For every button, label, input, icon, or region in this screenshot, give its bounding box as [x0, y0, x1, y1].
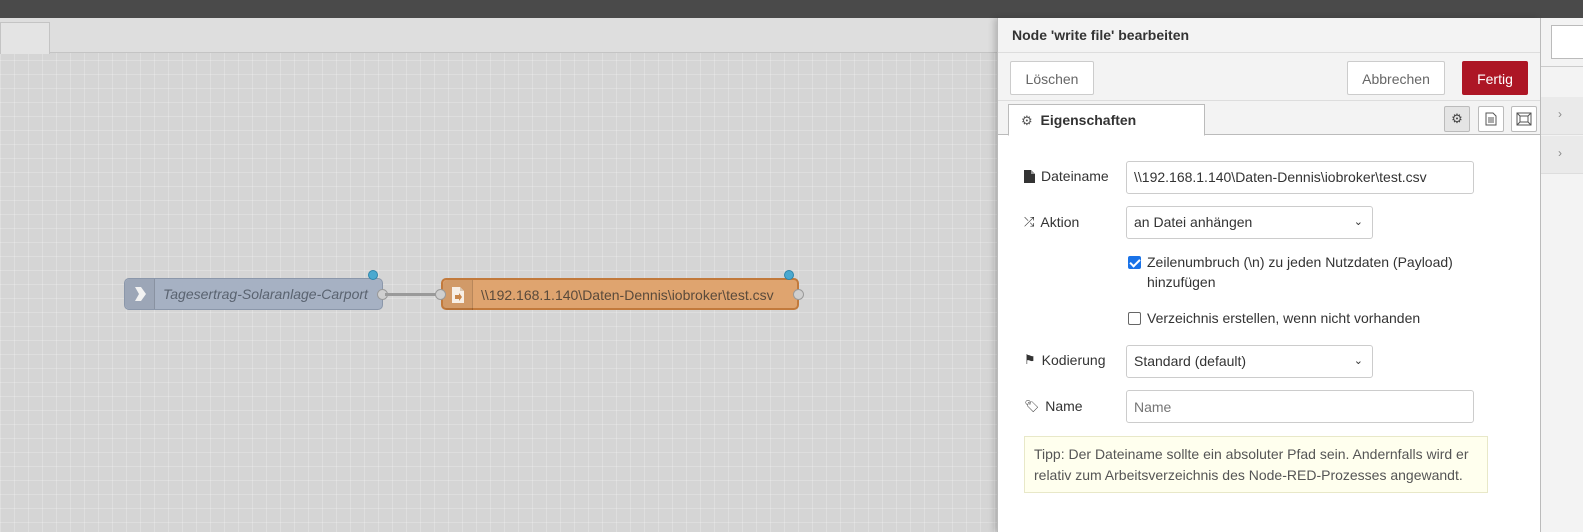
chevron-right-icon: › — [1558, 107, 1562, 121]
filename-label-text: Dateiname — [1041, 168, 1109, 184]
link-in-icon — [125, 279, 155, 309]
write-file-output-port[interactable] — [793, 289, 804, 300]
chevron-right-icon: › — [1558, 146, 1562, 160]
tab-properties[interactable]: ⚙ Eigenschaften — [1008, 104, 1205, 136]
filename-label: Dateiname — [1024, 168, 1109, 184]
header-bar — [0, 0, 1583, 18]
name-input[interactable] — [1126, 390, 1474, 423]
file-icon — [1024, 169, 1035, 183]
appearance-icon — [1516, 112, 1532, 126]
action-label: ⤮ Aktion — [1024, 214, 1079, 230]
tab-appearance[interactable] — [1511, 106, 1537, 132]
create-dir-checkbox-label: Verzeichnis erstellen, wenn nicht vorhan… — [1147, 310, 1421, 326]
right-sidebar: › › — [1540, 18, 1583, 532]
name-label-text: Name — [1045, 398, 1083, 414]
encoding-label-text: Kodierung — [1041, 352, 1106, 368]
create-dir-checkbox-row[interactable]: Verzeichnis erstellen, wenn nicht vorhan… — [1128, 308, 1420, 328]
link-in-changed-indicator — [368, 270, 378, 280]
done-button[interactable]: Fertig — [1462, 61, 1528, 95]
action-select[interactable]: an Datei anhängen ⌄ — [1126, 206, 1373, 239]
sidebar-tab-bar — [1541, 18, 1583, 67]
action-label-text: Aktion — [1040, 214, 1080, 230]
document-icon — [1485, 112, 1497, 126]
newline-checkbox-label: Zeilenumbruch (\n) zu jeden Nutzdaten (P… — [1147, 252, 1453, 292]
tag-icon: 🏷 — [1024, 399, 1040, 413]
gear-icon: ⚙ — [1021, 113, 1033, 128]
action-select-value: an Datei anhängen — [1134, 214, 1253, 230]
gear-icon: ⚙ — [1451, 111, 1463, 126]
file-icon — [443, 280, 473, 310]
encoding-label: ⚑ Kodierung — [1024, 352, 1105, 368]
workspace-tab[interactable] — [0, 22, 50, 54]
encoding-select[interactable]: Standard (default) ⌄ — [1126, 345, 1373, 378]
newline-checkbox-row[interactable]: Zeilenumbruch (\n) zu jeden Nutzdaten (P… — [1128, 252, 1453, 292]
flag-icon: ⚑ — [1024, 352, 1036, 367]
flow-wire[interactable] — [385, 293, 440, 296]
newline-label-line1: Zeilenumbruch (\n) zu jeden Nutzdaten (P… — [1147, 254, 1453, 270]
cancel-button[interactable]: Abbrechen — [1347, 61, 1445, 95]
newline-label-line2: hinzufügen — [1147, 274, 1216, 290]
write-file-node[interactable]: \\192.168.1.140\Daten-Dennis\iobroker\te… — [441, 278, 799, 310]
newline-checkbox[interactable] — [1128, 256, 1141, 269]
sidebar-tab[interactable] — [1551, 25, 1583, 59]
link-in-node[interactable]: Tagesertrag-Solaranlage-Carport — [124, 278, 383, 310]
tray-title: Node 'write file' bearbeiten — [998, 18, 1541, 53]
sidebar-section[interactable]: › — [1541, 97, 1583, 135]
tray-tabs: ⚙ Eigenschaften ⚙ — [998, 101, 1541, 136]
flow-workspace[interactable]: Tagesertrag-Solaranlage-Carport \\192.16… — [0, 18, 997, 532]
encoding-select-value: Standard (default) — [1134, 353, 1247, 369]
delete-button[interactable]: Löschen — [1010, 61, 1094, 95]
filename-input[interactable]: \\192.168.1.140\Daten-Dennis\iobroker\te… — [1126, 161, 1474, 194]
link-in-node-label: Tagesertrag-Solaranlage-Carport — [163, 286, 368, 302]
shuffle-icon: ⤮ — [1024, 214, 1035, 229]
tray-toolbar: Löschen Abbrechen Fertig — [998, 53, 1541, 101]
chevron-down-icon: ⌄ — [1353, 216, 1363, 228]
tab-properties-label: Eigenschaften — [1040, 112, 1137, 128]
create-dir-checkbox[interactable] — [1128, 312, 1141, 325]
workspace-tab-bar — [0, 18, 997, 54]
edit-tray: Node 'write file' bearbeiten Löschen Abb… — [997, 18, 1541, 532]
write-file-changed-indicator — [784, 270, 794, 280]
tab-description[interactable] — [1478, 106, 1504, 132]
tab-settings[interactable]: ⚙ — [1444, 106, 1470, 132]
tip-box: Tipp: Der Dateiname sollte ein absoluter… — [1024, 436, 1488, 493]
name-label: 🏷 Name — [1024, 398, 1083, 414]
sidebar-section[interactable]: › — [1541, 136, 1583, 174]
write-file-node-label: \\192.168.1.140\Daten-Dennis\iobroker\te… — [481, 287, 774, 303]
chevron-down-icon: ⌄ — [1353, 355, 1363, 367]
write-file-input-port[interactable] — [435, 289, 446, 300]
